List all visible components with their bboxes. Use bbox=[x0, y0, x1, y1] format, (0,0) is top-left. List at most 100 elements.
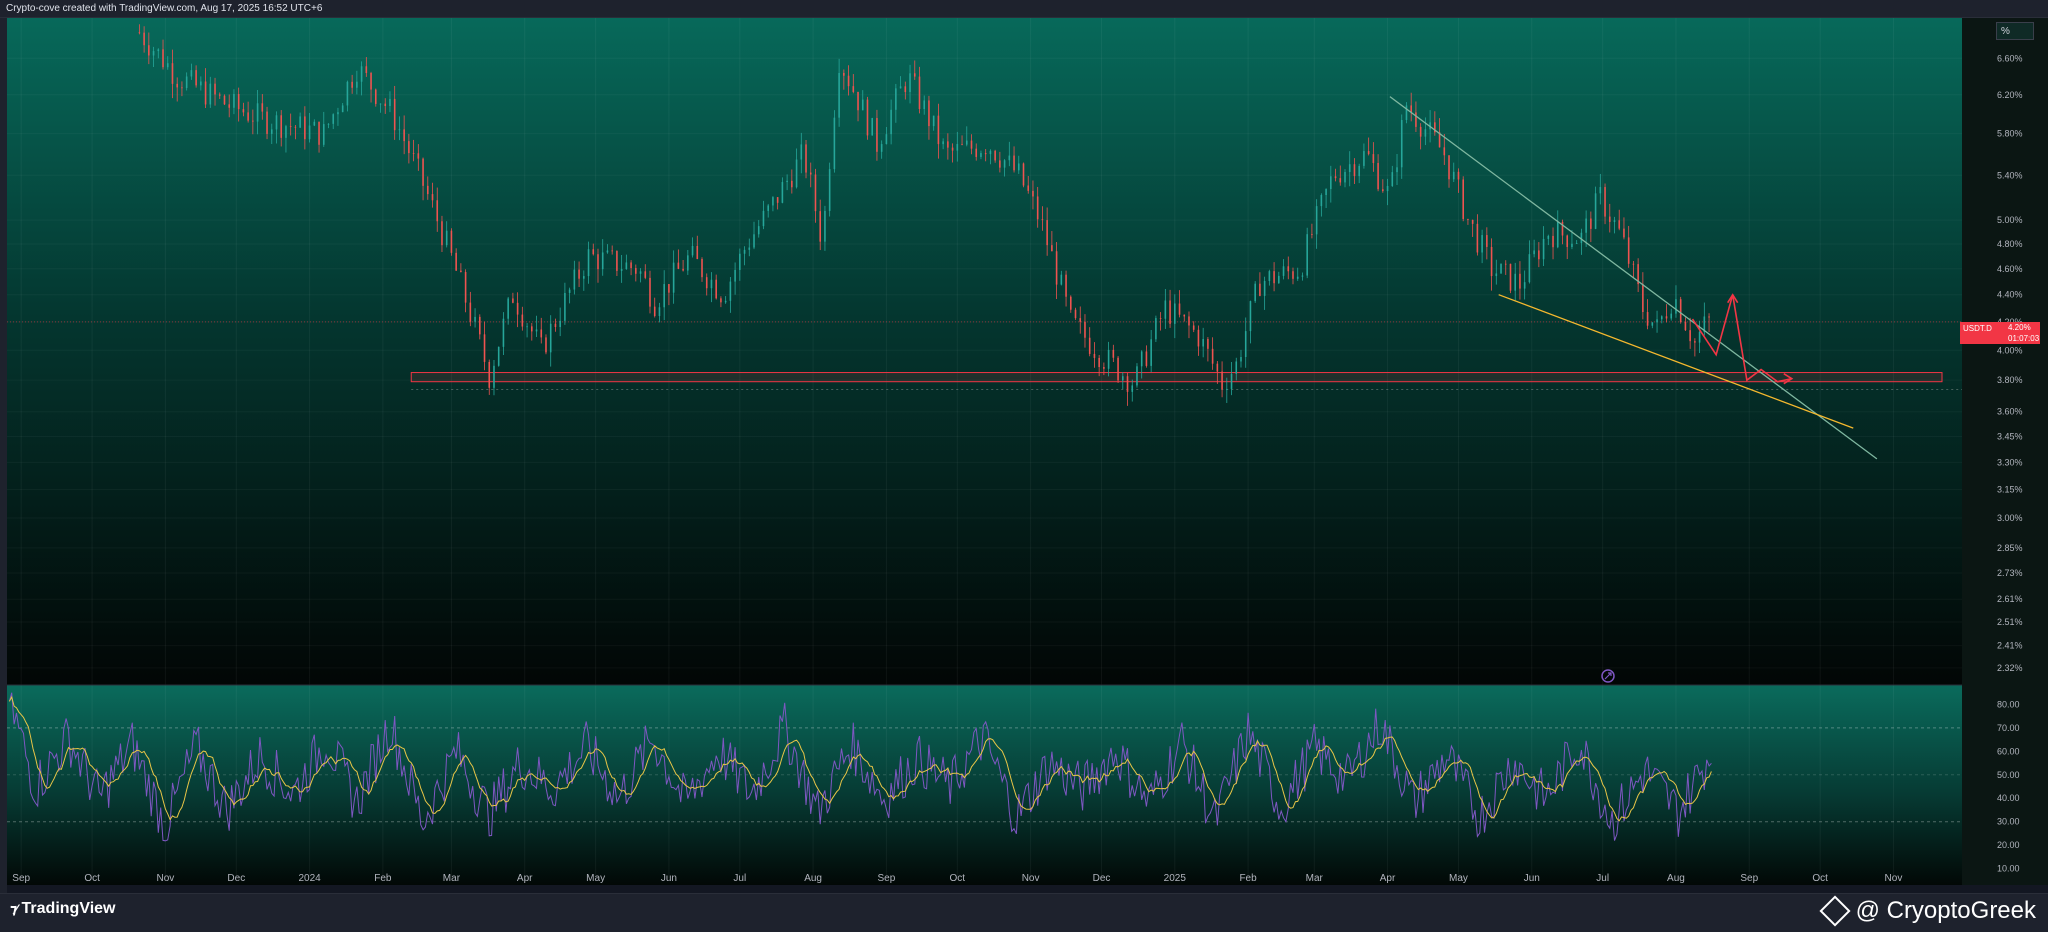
price-tick-label: 2.85% bbox=[1997, 543, 2023, 553]
candle-body bbox=[824, 210, 826, 242]
candle-body bbox=[365, 66, 368, 74]
price-tick-label: 5.40% bbox=[1997, 170, 2023, 180]
candle-body bbox=[1169, 300, 1171, 324]
candle-body bbox=[739, 253, 741, 270]
candle-body bbox=[1060, 274, 1063, 285]
candle-body bbox=[1547, 235, 1550, 239]
candle-body bbox=[1192, 325, 1195, 330]
candle-body bbox=[337, 112, 339, 115]
candle-body bbox=[252, 120, 254, 122]
time-tick-label: Aug bbox=[1667, 873, 1685, 884]
candle-body bbox=[564, 292, 566, 321]
candle-body bbox=[1306, 234, 1308, 276]
candle-body bbox=[455, 252, 457, 271]
candle-body bbox=[687, 255, 689, 271]
candle-body bbox=[1694, 341, 1696, 343]
candle-body bbox=[857, 91, 859, 111]
candle-body bbox=[748, 247, 751, 250]
time-tick-label: May bbox=[586, 873, 605, 884]
candle-body bbox=[469, 302, 472, 322]
time-tick-label: Oct bbox=[84, 873, 100, 884]
candle-body bbox=[573, 269, 576, 290]
price-tick-label: 6.60% bbox=[1997, 53, 2023, 63]
candle-body bbox=[1325, 189, 1327, 196]
price-tick-label: 2.51% bbox=[1997, 617, 2023, 627]
candle-body bbox=[351, 81, 353, 88]
candle-body bbox=[1599, 187, 1602, 194]
candle-body bbox=[880, 144, 883, 152]
candle-body bbox=[1301, 275, 1304, 277]
candle-body bbox=[795, 159, 798, 188]
candle-body bbox=[256, 103, 259, 122]
candle-body bbox=[493, 365, 495, 388]
candle-body bbox=[871, 118, 874, 136]
price-badge-price: 4.20% bbox=[2008, 323, 2031, 332]
candle-body bbox=[322, 124, 325, 145]
candle-body bbox=[1022, 163, 1025, 186]
candle-body bbox=[460, 270, 462, 272]
candle-body bbox=[1372, 154, 1375, 163]
chart-canvas[interactable]: 6.60% 6.20% 5.80% 5.40% 5.00% 4.80% 4.60% 4.40%… bbox=[0, 18, 2048, 893]
candle-body bbox=[980, 153, 982, 157]
candle-body bbox=[630, 262, 632, 269]
candle-body bbox=[1084, 321, 1086, 338]
price-tick-label: 2.41% bbox=[1997, 641, 2023, 651]
candle-body bbox=[1571, 243, 1573, 247]
candle-body bbox=[866, 99, 869, 136]
candle-body bbox=[497, 346, 500, 366]
candle-body bbox=[918, 76, 921, 110]
percent-scale-button[interactable]: % bbox=[1996, 22, 2034, 40]
candle-body bbox=[1032, 190, 1034, 197]
candle-body bbox=[261, 103, 264, 112]
candle-body bbox=[909, 73, 911, 93]
candle-body bbox=[1008, 155, 1011, 161]
candle-body bbox=[223, 95, 226, 105]
time-tick-label: Jun bbox=[1524, 873, 1540, 884]
time-tick-label: Dec bbox=[227, 873, 245, 884]
candle-body bbox=[1575, 243, 1578, 244]
candle-body bbox=[1112, 349, 1115, 358]
candle-body bbox=[152, 51, 155, 56]
candle-body bbox=[171, 63, 174, 84]
candle-body bbox=[1036, 196, 1039, 220]
left-border bbox=[0, 18, 7, 893]
candle-body bbox=[1098, 357, 1100, 368]
candle-body bbox=[209, 83, 212, 105]
candle-body bbox=[1244, 331, 1247, 357]
candle-body bbox=[776, 197, 779, 203]
time-tick-label: Sep bbox=[1740, 873, 1758, 884]
candle-body bbox=[360, 66, 363, 82]
candle-body bbox=[757, 226, 760, 235]
candle-body bbox=[327, 123, 330, 125]
candle-body bbox=[1173, 303, 1176, 324]
candle-body bbox=[1017, 163, 1020, 171]
candle-body bbox=[1467, 218, 1469, 220]
candle-body bbox=[1651, 322, 1654, 326]
candle-body bbox=[483, 334, 486, 362]
candle-body bbox=[1665, 316, 1668, 319]
candle-body bbox=[1471, 219, 1474, 224]
candle-body bbox=[1382, 189, 1384, 192]
candle-body bbox=[294, 126, 297, 128]
candle-body bbox=[313, 121, 316, 126]
candle-body bbox=[639, 271, 642, 274]
candle-body bbox=[540, 329, 543, 338]
candle-body bbox=[176, 83, 179, 88]
candle-body bbox=[1519, 273, 1521, 289]
candle-body bbox=[1419, 126, 1422, 137]
time-tick-label: Jul bbox=[733, 873, 746, 884]
tradingview-logo[interactable]: ⁊⁄ TradingView bbox=[10, 900, 115, 918]
candle-body bbox=[1334, 176, 1337, 179]
candle-body bbox=[1292, 271, 1294, 279]
time-tick-label: Oct bbox=[1812, 873, 1828, 884]
candle-body bbox=[341, 105, 344, 113]
candle-body bbox=[1363, 151, 1365, 166]
candle-body bbox=[431, 194, 434, 201]
chart-caption: Crypto-cove created with TradingView.com… bbox=[0, 0, 2048, 18]
candle-body bbox=[1003, 160, 1006, 168]
candle-body bbox=[942, 141, 944, 145]
candle-body bbox=[861, 99, 864, 111]
candle-body bbox=[162, 49, 164, 68]
candle-body bbox=[1552, 235, 1554, 248]
candle-body bbox=[668, 284, 670, 293]
